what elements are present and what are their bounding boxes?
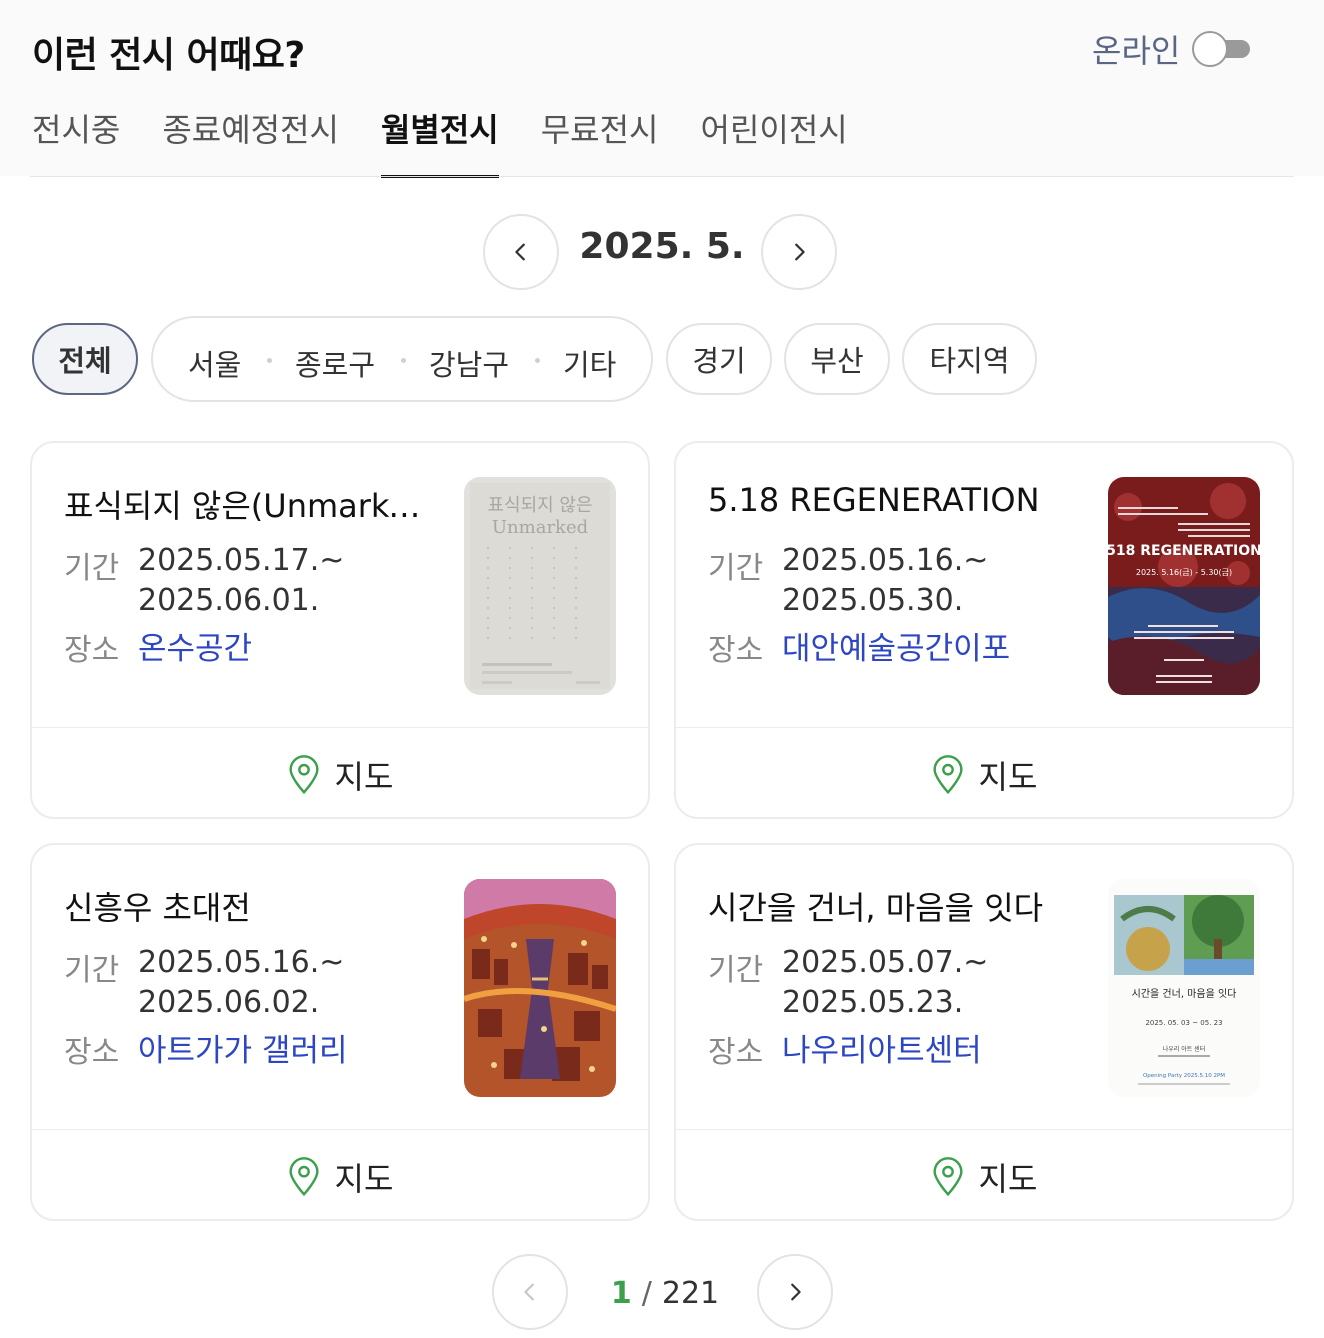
map-button[interactable]: 지도 <box>32 1130 648 1219</box>
current-month: 2025. 5. <box>579 226 745 267</box>
exhibition-card[interactable]: 시간을 건너, 마음을 잇다 기간 2025.05.07.~ 2025.05.2… <box>674 843 1294 1221</box>
total-pages: 221 <box>661 1276 720 1311</box>
place-label: 장소 <box>64 633 120 668</box>
region-chip-gyeonggi[interactable]: 경기 <box>666 323 772 395</box>
page-indicator: 1 / 221 <box>590 1276 740 1311</box>
map-pin-icon <box>289 754 319 794</box>
page-title: 이런 전시 어때요? <box>32 35 305 76</box>
map-button[interactable]: 지도 <box>676 728 1292 817</box>
map-label: 지도 <box>334 757 394 796</box>
poster-title: 시간을 건너, 마음을 잇다 <box>1132 988 1237 1000</box>
current-page: 1 <box>610 1276 632 1311</box>
next-page-button[interactable] <box>757 1254 833 1330</box>
chevron-left-icon <box>515 243 525 261</box>
online-toggle[interactable] <box>1192 31 1252 67</box>
poster-venue: 나우리 아트 센터 <box>1163 1045 1205 1053</box>
period-label: 기간 <box>64 551 120 586</box>
poster-dates: 2025. 05. 03 ~ 05. 23 <box>1145 1019 1222 1027</box>
exhibition-card[interactable]: 표식되지 않은(Unmarked) 기간 2025.05.17.~ 2025.0… <box>30 441 650 819</box>
period-label: 기간 <box>64 953 120 988</box>
region-chip-other-regions[interactable]: 타지역 <box>902 323 1037 395</box>
exhibition-card[interactable]: 5.18 REGENERATION 기간 2025.05.16.~ 2025.0… <box>674 441 1294 819</box>
next-month-button[interactable] <box>761 214 837 290</box>
venue-link[interactable]: 아트가가 갤러리 <box>138 1025 348 1070</box>
poster-title: 표식되지 않은 <box>487 495 592 516</box>
exhibition-title[interactable]: 5.18 REGENERATION <box>708 481 1080 519</box>
venue-link[interactable]: 나우리아트센터 <box>782 1025 982 1070</box>
period-label: 기간 <box>708 953 764 988</box>
period-label: 기간 <box>708 551 764 586</box>
toggle-knob <box>1192 31 1229 67</box>
venue-link[interactable]: 온수공간 <box>138 623 252 668</box>
exhibition-poster[interactable]: 표식되지 않은 Unmarked <box>464 477 616 695</box>
place-label: 장소 <box>64 1035 120 1070</box>
map-pin-icon <box>289 1156 319 1196</box>
place-label: 장소 <box>708 1035 764 1070</box>
region-chip-gangnam[interactable]: 강남구 <box>429 342 509 384</box>
separator-dot <box>535 358 540 363</box>
map-label: 지도 <box>978 757 1038 796</box>
map-label: 지도 <box>334 1159 394 1198</box>
map-button[interactable]: 지도 <box>676 1130 1292 1219</box>
separator-dot <box>401 358 406 363</box>
period-end: 2025.06.02. <box>138 985 320 1020</box>
separator-dot <box>267 358 272 363</box>
period-start: 2025.05.07.~ <box>782 945 989 980</box>
period-start: 2025.05.16.~ <box>782 543 989 578</box>
prev-month-button[interactable] <box>483 214 559 290</box>
prev-page-button[interactable] <box>492 1254 568 1330</box>
chevron-left-icon <box>524 1283 534 1301</box>
poster-title: 518 REGENERATION <box>1108 543 1260 559</box>
exhibition-poster[interactable]: 518 REGENERATION 2025. 5.16(금) - 5.30(금) <box>1108 477 1260 695</box>
region-chip-busan[interactable]: 부산 <box>784 323 890 395</box>
tab-bar: 전시중 종료예정전시 월별전시 무료전시 어린이전시 <box>32 108 890 178</box>
tab-divider <box>30 176 1294 177</box>
chevron-right-icon <box>795 243 805 261</box>
map-button[interactable]: 지도 <box>32 728 648 817</box>
period-end: 2025.06.01. <box>138 583 320 618</box>
exhibition-title[interactable]: 시간을 건너, 마음을 잇다 <box>708 883 1080 929</box>
tab-ongoing[interactable]: 전시중 <box>32 108 120 178</box>
period-end: 2025.05.30. <box>782 583 964 618</box>
period-start: 2025.05.17.~ <box>138 543 345 578</box>
region-chip-seoul-group: 서울 종로구 강남구 기타 <box>151 316 653 402</box>
online-label: 온라인 <box>1092 32 1181 70</box>
map-label: 지도 <box>978 1159 1038 1198</box>
region-chip-etc[interactable]: 기타 <box>563 342 616 384</box>
tab-monthly[interactable]: 월별전시 <box>380 108 499 178</box>
exhibition-poster[interactable] <box>464 879 616 1097</box>
tab-ending-soon[interactable]: 종료예정전시 <box>162 108 339 178</box>
region-chip-seoul[interactable]: 서울 <box>188 342 241 384</box>
exhibition-poster[interactable]: 시간을 건너, 마음을 잇다 2025. 05. 03 ~ 05. 23 나우리… <box>1108 879 1260 1097</box>
exhibition-title[interactable]: 표식되지 않은(Unmarked) <box>64 481 436 527</box>
poster-dates: 2025. 5.16(금) - 5.30(금) <box>1136 568 1232 577</box>
region-chip-jongno[interactable]: 종로구 <box>295 342 375 384</box>
period-start: 2025.05.16.~ <box>138 945 345 980</box>
exhibition-title[interactable]: 신흥우 초대전 <box>64 883 436 929</box>
venue-link[interactable]: 대안예술공간이포 <box>782 623 1010 668</box>
poster-subtitle: Unmarked <box>492 517 588 538</box>
map-pin-icon <box>933 754 963 794</box>
map-pin-icon <box>933 1156 963 1196</box>
tab-free[interactable]: 무료전시 <box>541 108 659 178</box>
tab-kids[interactable]: 어린이전시 <box>701 108 848 178</box>
online-toggle-group[interactable]: 온라인 <box>1092 26 1252 72</box>
page-separator: / <box>641 1276 652 1311</box>
region-chip-all[interactable]: 전체 <box>32 323 138 395</box>
chevron-right-icon <box>791 1283 801 1301</box>
period-end: 2025.05.23. <box>782 985 964 1020</box>
poster-opening: Opening Party 2025.5.10 2PM <box>1143 1073 1225 1079</box>
place-label: 장소 <box>708 633 764 668</box>
exhibition-card[interactable]: 신흥우 초대전 기간 2025.05.16.~ 2025.06.02. 장소 아… <box>30 843 650 1221</box>
